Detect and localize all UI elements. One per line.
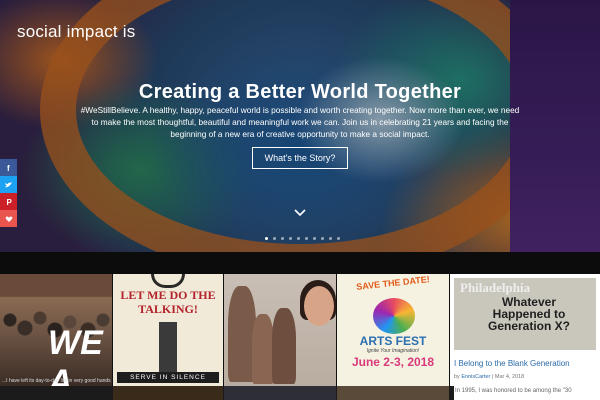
arts-fest-tree-logo [373,298,415,334]
slider-dots [265,237,340,240]
poster-graphic [151,274,185,288]
twitter-share-button[interactable] [0,176,17,193]
slider-dot[interactable] [297,237,300,240]
social-share-bar: f P [0,159,17,227]
facebook-icon: f [7,164,10,172]
author-link[interactable]: EnnisCarter [461,374,490,380]
blog-post-meta: by EnnisCarter | Mar 4, 2018 [454,374,524,380]
slider-dot[interactable] [273,237,276,240]
slider-dot[interactable] [313,237,316,240]
blog-post-excerpt: In 1995, I was honored to be among the "… [454,386,600,400]
whats-the-story-button[interactable]: What's the Story? [252,147,348,169]
arts-fest-tagline: Ignite Your Imagination! [366,348,420,354]
portfolio-tile[interactable] [113,386,223,400]
save-the-date-text: SAVE THE DATE! [355,274,431,292]
poster-footer: SERVE IN SILENCE [117,372,219,383]
slider-dot[interactable] [265,237,268,240]
chevron-down-icon[interactable] [294,207,306,219]
statue-figure [252,314,274,384]
heart-icon [5,216,12,222]
hero-title: Creating a Better World Together [138,81,462,103]
portfolio-tile[interactable] [337,386,449,400]
svg-text:P: P [6,198,12,206]
second-row-tiles: In 1995, I was honored to be among the "… [0,386,600,400]
portfolio-tile-statues[interactable] [224,274,336,386]
love-share-button[interactable] [0,210,17,227]
facebook-share-button[interactable]: f [0,159,17,176]
portfolio-tile-we-are[interactable]: WE A ...I have left its day-to-day life … [0,274,112,386]
tile-overlay-text: WE A [48,324,103,386]
image-top-text: Philadelphia [460,280,531,295]
slider-dot[interactable] [329,237,332,240]
twitter-icon [5,181,12,187]
poster-tower-graphic [159,322,177,374]
poster-headline: LET ME DO THE TALKING! [120,288,216,316]
blog-post-image[interactable]: Philadelphia Whatever Happened to Genera… [454,278,596,350]
section-divider [0,252,600,274]
portfolio-tile-arts-fest[interactable]: SAVE THE DATE! ARTS FEST Ignite Your Ima… [337,274,449,386]
slider-dot[interactable] [289,237,292,240]
slider-dot[interactable] [321,237,324,240]
statue-figure [272,308,296,384]
tile-caption: ...I have left its day-to-day life in ve… [2,378,111,384]
svg-text:f: f [7,164,10,172]
hero-description: #WeStillBelieve. A healthy, happy, peace… [80,105,520,139]
image-headline: Whatever Happened to Generation X? [487,295,570,333]
slider-dot[interactable] [337,237,340,240]
blog-post-card[interactable]: Philadelphia Whatever Happened to Genera… [450,274,600,386]
arts-fest-title: ARTS FEST [359,334,427,348]
portrait-face [304,286,334,326]
portfolio-tile[interactable] [224,386,336,400]
arts-fest-dates: June 2-3, 2018 [351,355,435,369]
pinterest-icon: P [6,198,12,206]
hero-slider: social impact is Creating a Better World… [0,0,600,252]
pinterest-share-button[interactable]: P [0,193,17,210]
slider-dot[interactable] [305,237,308,240]
site-logo[interactable]: social impact is [17,22,135,42]
portfolio-tile-poster[interactable]: LET ME DO THE TALKING! SERVE IN SILENCE [113,274,223,386]
blog-post-title[interactable]: I Belong to the Blank Generation [454,359,570,368]
slider-dot[interactable] [281,237,284,240]
post-date: Mar 4, 2018 [494,374,525,380]
